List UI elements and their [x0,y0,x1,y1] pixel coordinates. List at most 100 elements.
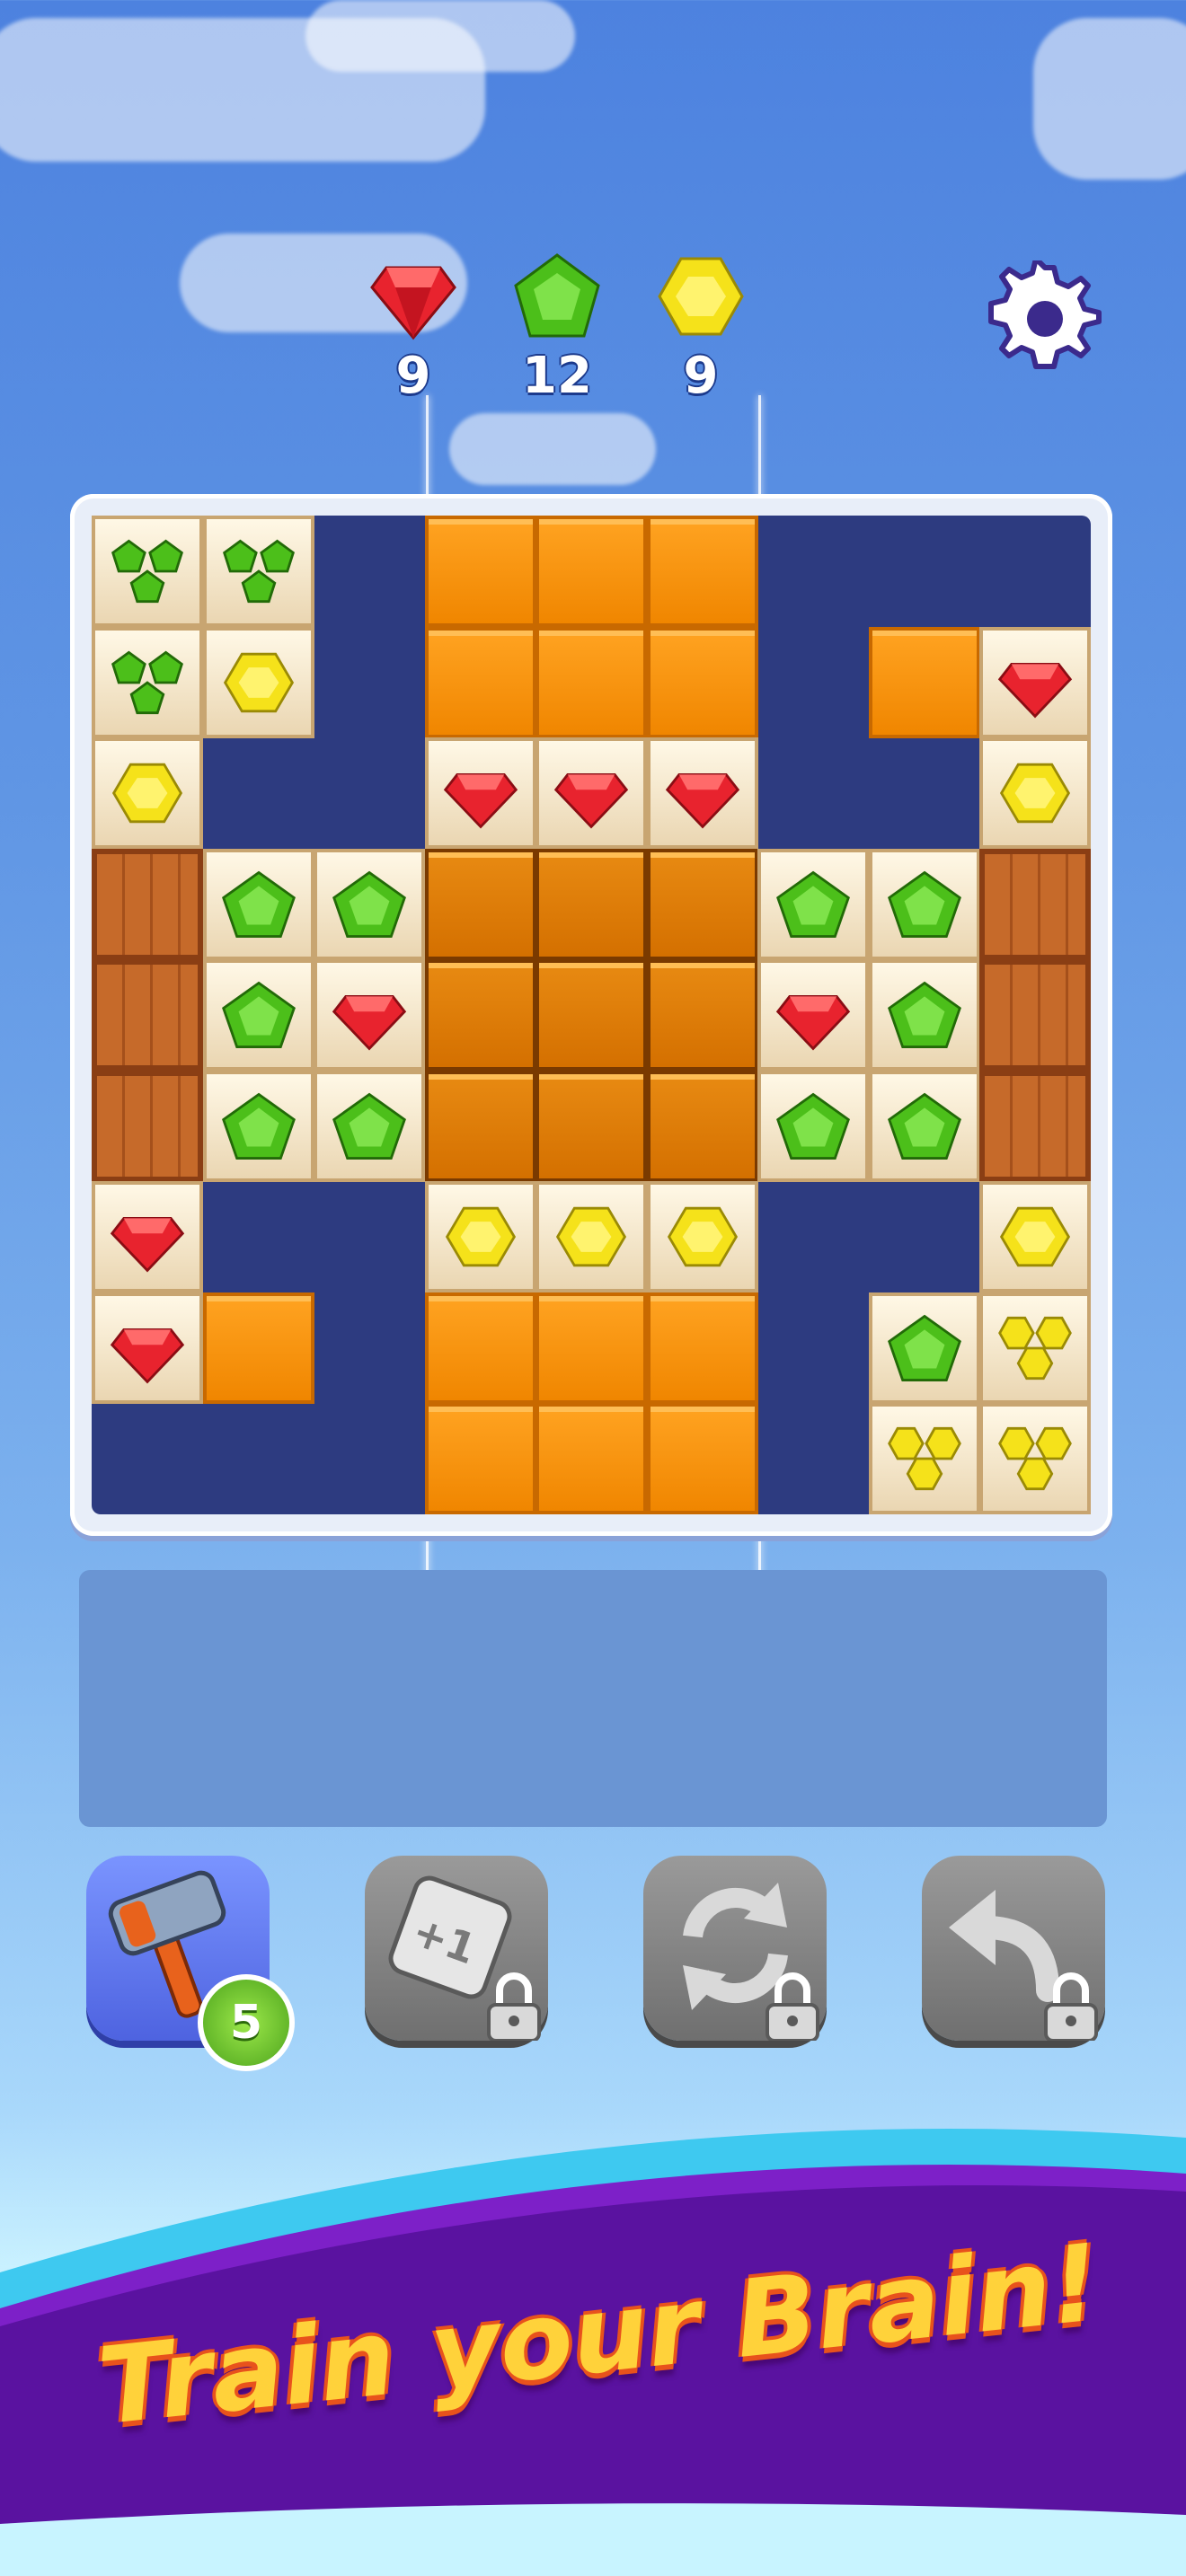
board-cell-green-gem-cluster [92,516,203,627]
green-gem-icon [221,1092,296,1160]
yellow-gem-cluster-icon [998,1316,1072,1380]
yellow-gem-icon [999,1206,1071,1267]
green-gem-icon [887,981,961,1048]
board-cell-green-gem [757,1070,869,1182]
board-cell-crate [979,1070,1091,1182]
board-cell-orange-block [535,516,647,627]
hammer-count-badge: 5 [198,1974,295,2071]
board-cell-center-orange-block [424,1070,536,1182]
plus-one-booster-button[interactable]: +1 [365,1856,548,2041]
goal-green: 12 [503,251,611,431]
undo-booster-button[interactable] [922,1856,1105,2041]
board-cell-red-gem [424,737,536,849]
green-gem-icon [221,870,296,938]
board-cell-green-gem [868,1292,980,1404]
board-cell-red-gem [646,737,758,849]
cloud [1033,18,1186,180]
board-cell-orange-block [202,1292,314,1404]
red-gem-icon [997,662,1073,718]
board-cell-crate [979,848,1091,960]
board-cell-crate [92,848,203,960]
board-cell-orange-block [646,1403,758,1514]
board-cell-center-orange-block [535,848,647,960]
game-board [70,494,1112,1536]
board-cell-crate [979,959,1091,1071]
green-gem-icon [776,870,850,938]
goal-counters: 9 12 9 [359,251,773,431]
board-cell-yellow-gem [646,1181,758,1292]
board-cell-green-gem [202,848,314,960]
red-gem-icon [110,1217,185,1273]
board-cell-center-orange-block [424,959,536,1071]
goal-yellow: 9 [647,251,755,431]
green-gem-cluster-icon [111,650,183,714]
board-cell-orange-block [535,1403,647,1514]
board-cell-green-gem-cluster [92,626,203,738]
board-cell-yellow-gem [92,737,203,849]
board-cell-yellow-gem [424,1181,536,1292]
goal-yellow-count: 9 [683,347,719,405]
red-gem-icon [443,773,518,829]
board-cell-green-gem [868,1070,980,1182]
board-cell-red-gem [92,1292,203,1404]
board-grid [92,516,1091,1514]
board-cell-center-orange-block [535,959,647,1071]
board-cell-red-gem [979,626,1091,738]
board-cell-orange-block [424,1403,536,1514]
yellow-gem-cluster-icon [887,1426,961,1491]
green-gem-icon [514,253,600,338]
hammer-booster-button[interactable]: 5 [86,1856,295,2071]
board-cell-red-gem [535,737,647,849]
shuffle-icon [683,1883,819,2041]
board-cell-center-orange-block [424,848,536,960]
board-cell-yellow-gem [202,626,314,738]
green-gem-cluster-icon [222,539,295,604]
board-cell-center-orange-block [535,1070,647,1182]
green-gem-icon [221,981,296,1048]
cloud [305,0,575,72]
gear-icon [988,256,1102,369]
yellow-gem-icon [111,763,183,824]
board-cell-orange-block [535,1292,647,1404]
yellow-gem-icon [667,1206,738,1267]
board-cell-green-gem [868,959,980,1071]
red-gem-icon [332,995,407,1051]
board-cell-crate [92,959,203,1071]
board-cell-orange-block [646,1292,758,1404]
piece-tray[interactable] [79,1570,1107,1827]
yellow-gem-icon [999,763,1071,824]
green-gem-icon [887,1092,961,1160]
board-cell-orange-block [646,626,758,738]
green-gem-icon [332,870,406,938]
board-cell-orange-block [868,626,980,738]
lock-icon [766,1972,819,2041]
board-cell-orange-block [424,1292,536,1404]
board-cell-yellow-gem-cluster [979,1292,1091,1404]
goal-green-count: 12 [522,347,592,405]
board-cell-yellow-gem [979,1181,1091,1292]
shuffle-booster-button[interactable] [643,1856,827,2041]
board-cell-green-gem [314,848,425,960]
yellow-gem-icon [555,1206,627,1267]
board-cell-orange-block [424,516,536,627]
settings-button[interactable] [987,256,1103,377]
board-cell-green-gem [314,1070,425,1182]
green-gem-icon [887,1314,961,1381]
red-gem-icon [775,995,851,1051]
board-cell-yellow-gem [535,1181,647,1292]
lock-icon [487,1972,541,2041]
goal-red: 9 [359,251,467,431]
board-cell-orange-block [535,626,647,738]
board-cell-yellow-gem-cluster [979,1403,1091,1514]
board-cell-yellow-gem-cluster [868,1403,980,1514]
board-cell-green-gem-cluster [202,516,314,627]
yellow-gem-icon [223,652,294,712]
goal-red-count: 9 [395,347,431,405]
board-cell-red-gem [314,959,425,1071]
undo-icon [949,1890,1098,2041]
board-cell-green-gem [202,959,314,1071]
green-gem-cluster-icon [111,539,183,604]
board-cell-green-gem [868,848,980,960]
board-cell-orange-block [646,516,758,627]
board-cell-center-orange-block [646,848,758,960]
